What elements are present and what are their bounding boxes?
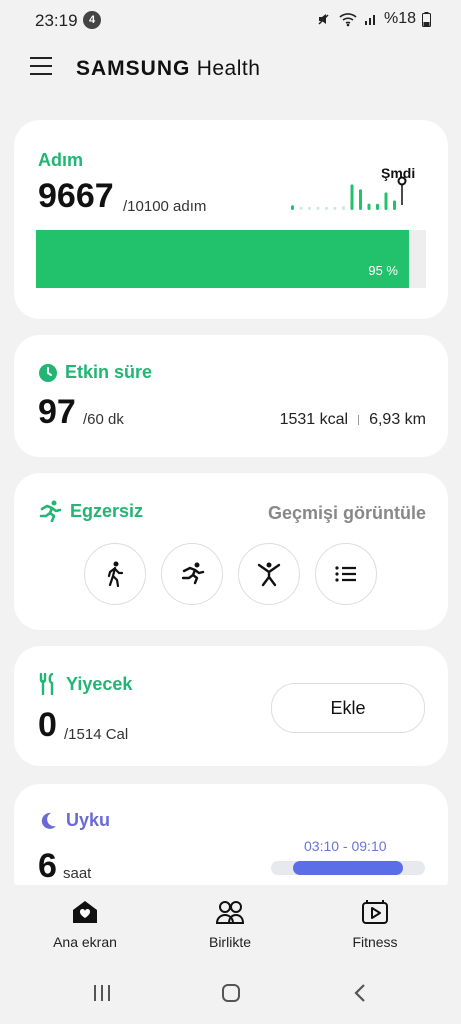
wifi-icon xyxy=(339,13,357,27)
mute-icon xyxy=(318,14,329,25)
sleep-value: 6 xyxy=(38,847,57,885)
spark-bar xyxy=(299,206,303,210)
spark-bar xyxy=(291,205,294,210)
system-navigation xyxy=(0,965,461,1024)
battery-icon xyxy=(422,11,431,27)
exercise-header: Egzersiz xyxy=(38,500,143,522)
menu-icon-line xyxy=(30,57,52,59)
run-icon xyxy=(181,562,205,585)
signal-icon xyxy=(364,15,375,25)
nav-fitness[interactable]: Fitness xyxy=(315,899,435,950)
active-time-title: Etkin süre xyxy=(65,362,153,382)
spark-bar xyxy=(359,189,362,210)
sleep-title: Uyku xyxy=(66,810,111,830)
menu-button[interactable] xyxy=(30,57,52,79)
more-exercises-button[interactable] xyxy=(315,543,377,605)
back-icon xyxy=(354,984,365,1002)
active-time-value: 97 xyxy=(38,393,76,431)
exercise-title: Egzersiz xyxy=(70,500,144,521)
steps-title: Adım xyxy=(38,150,83,170)
active-time-card[interactable]: Etkin süre 97 /60 dk 1531 kcal 6,93 km xyxy=(14,335,448,457)
spark-bar xyxy=(308,206,311,210)
sleep-progress-track xyxy=(271,861,425,875)
spark-bar xyxy=(350,184,354,210)
steps-value: 9667 xyxy=(38,177,114,215)
spark-bar xyxy=(333,206,337,210)
spark-bar xyxy=(367,203,371,210)
status-icons: %18 xyxy=(316,10,431,28)
home-button[interactable] xyxy=(221,983,241,1008)
walk-icon xyxy=(107,561,124,587)
steps-progress-track xyxy=(36,230,426,288)
nav-together-label: Birlikte xyxy=(208,934,251,950)
steps-goal: /10100 adım xyxy=(123,198,207,215)
brand-light: Health xyxy=(196,57,261,80)
steps-sparkline xyxy=(291,176,407,210)
running-icon xyxy=(39,500,62,522)
back-button[interactable] xyxy=(352,983,368,1008)
home-icon xyxy=(73,901,97,923)
sleep-range: 03:10 - 09:10 xyxy=(304,838,387,854)
food-title: Yiyecek xyxy=(66,673,133,694)
notification-badge: 4 xyxy=(83,11,101,29)
nav-together[interactable]: Birlikte xyxy=(170,899,290,950)
spark-bar xyxy=(384,192,388,210)
divider xyxy=(358,415,360,425)
nav-home[interactable]: Ana ekran xyxy=(25,899,145,950)
recents-button[interactable] xyxy=(92,983,112,1008)
battery-percent: %18 xyxy=(383,10,416,27)
food-card[interactable]: Yiyecek 0 /1514 Cal Ekle xyxy=(14,646,448,766)
list-icon xyxy=(335,566,356,582)
fork-knife-icon xyxy=(39,673,54,695)
spark-bar xyxy=(342,206,345,210)
walk-button[interactable] xyxy=(84,543,146,605)
sleep-unit: saat xyxy=(63,865,92,882)
sleep-header: Uyku xyxy=(38,810,110,831)
view-history-link[interactable]: Geçmişi görüntüle xyxy=(268,503,426,524)
moon-icon xyxy=(41,812,56,829)
calories-value: 1531 kcal xyxy=(279,411,349,428)
people-icon xyxy=(215,901,245,924)
distance-value: 6,93 km xyxy=(369,411,426,428)
active-time-goal: /60 dk xyxy=(83,411,124,428)
bottom-navigation: Ana ekran Birlikte Fitness xyxy=(0,885,461,965)
brand-bold: SAMSUNG xyxy=(76,57,191,80)
food-value: 0 xyxy=(38,706,57,744)
food-goal: /1514 Cal xyxy=(64,726,129,743)
active-time-header: Etkin süre xyxy=(38,362,152,383)
app-header: SAMSUNG Health xyxy=(0,44,461,96)
spark-bar xyxy=(376,203,379,210)
sleep-progress-fill xyxy=(293,861,403,875)
menu-icon-line xyxy=(30,73,52,75)
run-button[interactable] xyxy=(161,543,223,605)
status-bar: 23:19 4 %18 xyxy=(0,0,461,40)
recents-icon xyxy=(94,985,110,1001)
home-square-icon xyxy=(222,984,240,1002)
app-logo: SAMSUNG Health xyxy=(76,57,260,81)
exercise-card: Egzersiz Geçmişi görüntüle xyxy=(14,473,448,630)
workout-icon xyxy=(257,562,281,587)
workout-button[interactable] xyxy=(238,543,300,605)
spark-bar xyxy=(393,200,396,210)
active-stats: 1531 kcal 6,93 km xyxy=(280,411,426,429)
clock-icon xyxy=(39,363,57,382)
nav-home-label: Ana ekran xyxy=(53,934,117,950)
nav-fitness-label: Fitness xyxy=(352,934,398,950)
steps-progress-fill xyxy=(36,230,410,288)
status-time: 23:19 xyxy=(35,11,78,30)
steps-percent: 95 % xyxy=(368,263,398,278)
fitness-video-icon xyxy=(362,900,388,924)
steps-card[interactable]: Adım 9667 /10100 adım Şmdi 95 % xyxy=(14,120,448,319)
food-header: Yiyecek xyxy=(38,673,132,695)
now-marker xyxy=(397,176,407,186)
menu-icon-line xyxy=(30,65,52,67)
spark-bar xyxy=(316,206,320,210)
spark-bar xyxy=(325,206,328,210)
add-food-button[interactable]: Ekle xyxy=(271,683,425,733)
